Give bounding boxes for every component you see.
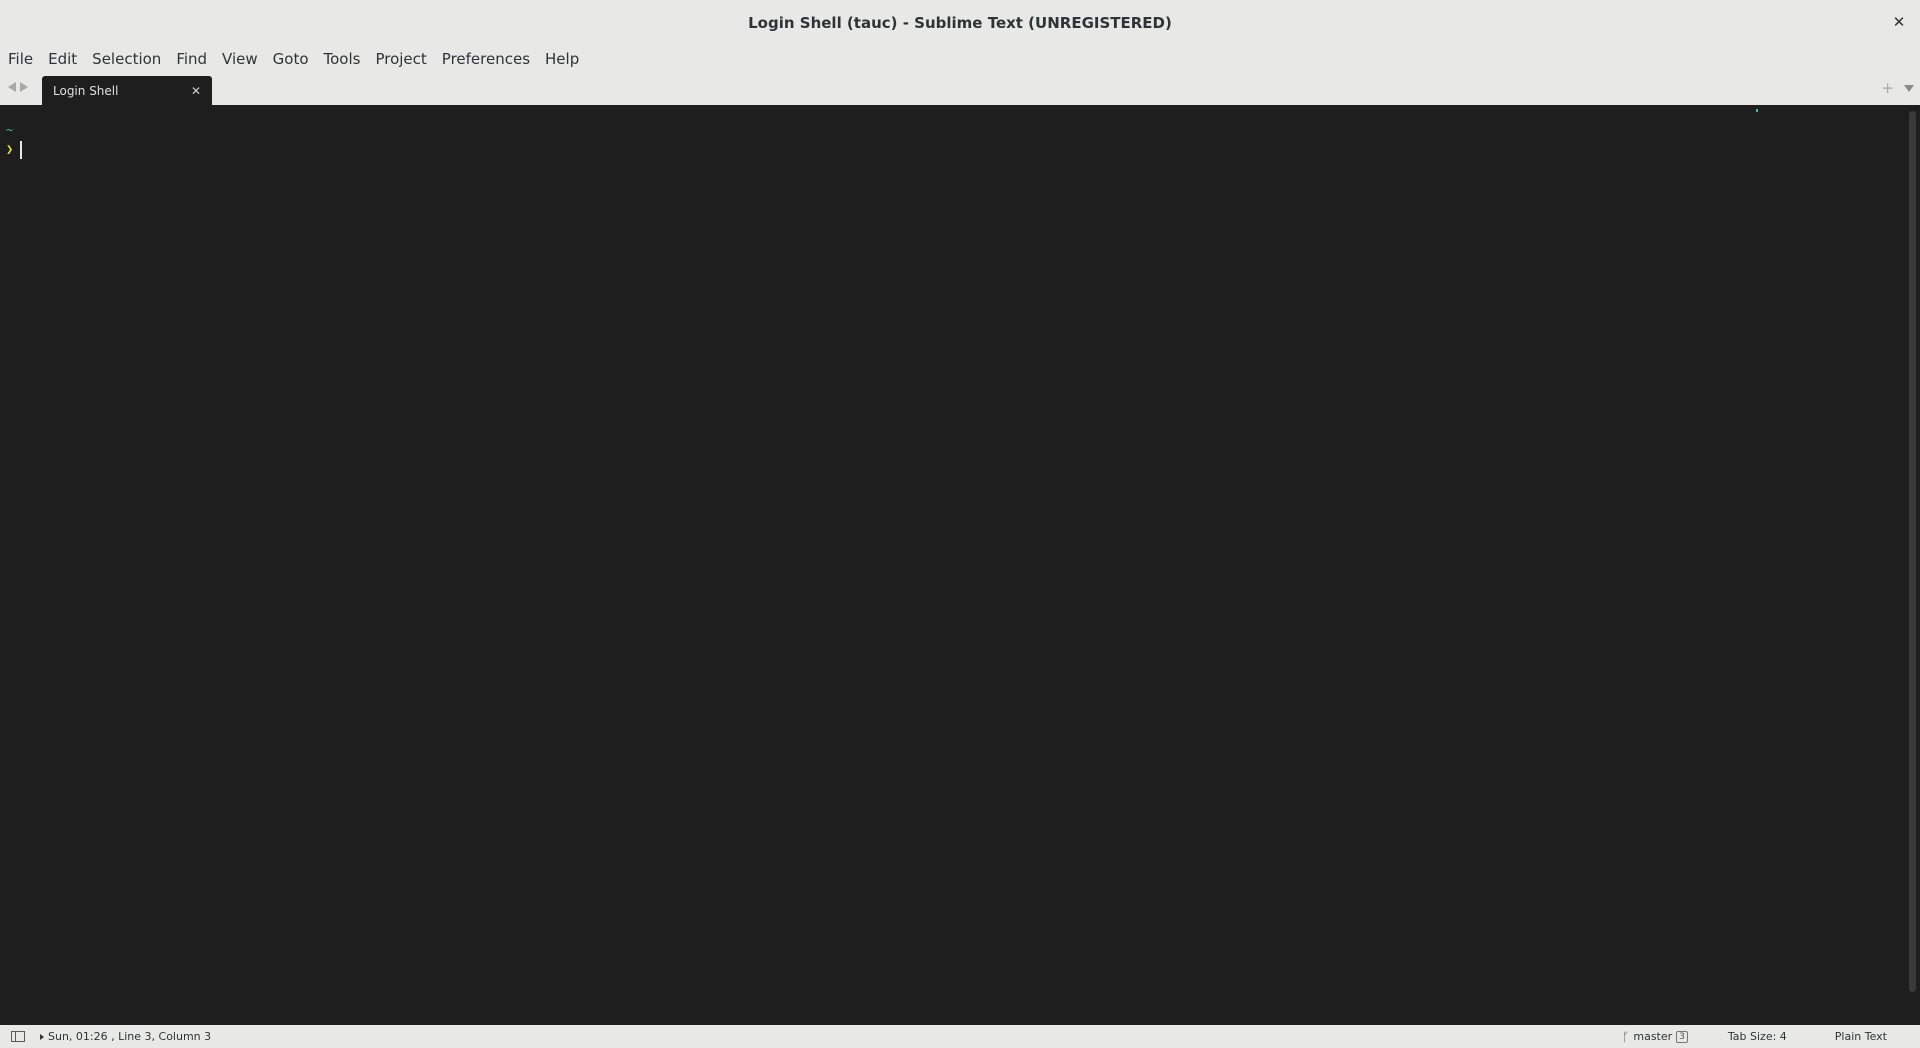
editor-area[interactable]: ~ ❯ — [0, 105, 1920, 1025]
menu-edit[interactable]: Edit — [41, 45, 85, 73]
git-branch-icon: ᚴ — [1622, 1029, 1630, 1044]
tab-bar: Login Shell ✕ + — [0, 73, 1920, 105]
tab-size-selector[interactable]: Tab Size: 4 — [1728, 1030, 1787, 1043]
text-cursor — [20, 141, 22, 159]
menu-find[interactable]: Find — [169, 45, 215, 73]
menu-tools[interactable]: Tools — [316, 45, 368, 73]
sublime-window: Login Shell (tauc) - Sublime Text (UNREG… — [0, 0, 1920, 1048]
title-bar: Login Shell (tauc) - Sublime Text (UNREG… — [0, 0, 1920, 45]
status-bar: Sun, 01:26 , Line 3, Column 3 ᚴ master 3… — [0, 1025, 1920, 1048]
shell-prompt: ❯ — [6, 142, 14, 156]
scrollbar-thumb[interactable] — [1909, 111, 1916, 992]
menu-file[interactable]: File — [0, 45, 41, 73]
menu-project[interactable]: Project — [368, 45, 434, 73]
minimap-marker — [1756, 109, 1758, 112]
expand-triangle-icon — [40, 1033, 44, 1040]
window-title: Login Shell (tauc) - Sublime Text (UNREG… — [748, 13, 1172, 32]
status-position: Sun, 01:26 , Line 3, Column 3 — [40, 1025, 211, 1048]
close-icon[interactable]: ✕ — [188, 83, 204, 99]
chevron-right-icon[interactable] — [20, 82, 28, 92]
menu-bar: File Edit Selection Find View Goto Tools… — [0, 45, 1920, 73]
close-window-button[interactable]: ✕ — [1888, 11, 1910, 33]
scrollbar[interactable] — [1902, 105, 1920, 1025]
chevron-left-icon[interactable] — [8, 82, 16, 92]
status-position-text: Sun, 01:26 , Line 3, Column 3 — [48, 1030, 212, 1043]
tab-login-shell[interactable]: Login Shell ✕ — [42, 76, 212, 105]
tab-label: Login Shell — [53, 83, 119, 98]
status-right: ᚴ master 3 Tab Size: 4 Plain Text — [1622, 1025, 1920, 1048]
close-icon: ✕ — [1892, 13, 1906, 31]
syntax-selector[interactable]: Plain Text — [1835, 1030, 1887, 1043]
git-status[interactable]: ᚴ master 3 — [1622, 1030, 1688, 1044]
plus-icon[interactable]: + — [1881, 81, 1894, 96]
shell-cwd-line: ~ — [6, 123, 14, 137]
git-branch-name: master — [1633, 1030, 1673, 1043]
menu-selection[interactable]: Selection — [85, 45, 169, 73]
menu-help[interactable]: Help — [538, 45, 587, 73]
sidebar-icon[interactable] — [11, 1031, 25, 1042]
git-change-badge: 3 — [1676, 1030, 1688, 1043]
menu-goto[interactable]: Goto — [265, 45, 316, 73]
menu-preferences[interactable]: Preferences — [434, 45, 537, 73]
tab-navigation — [8, 82, 28, 92]
menu-view[interactable]: View — [215, 45, 266, 73]
chevron-down-icon[interactable] — [1904, 84, 1914, 92]
tabbar-controls: + — [1881, 81, 1914, 96]
